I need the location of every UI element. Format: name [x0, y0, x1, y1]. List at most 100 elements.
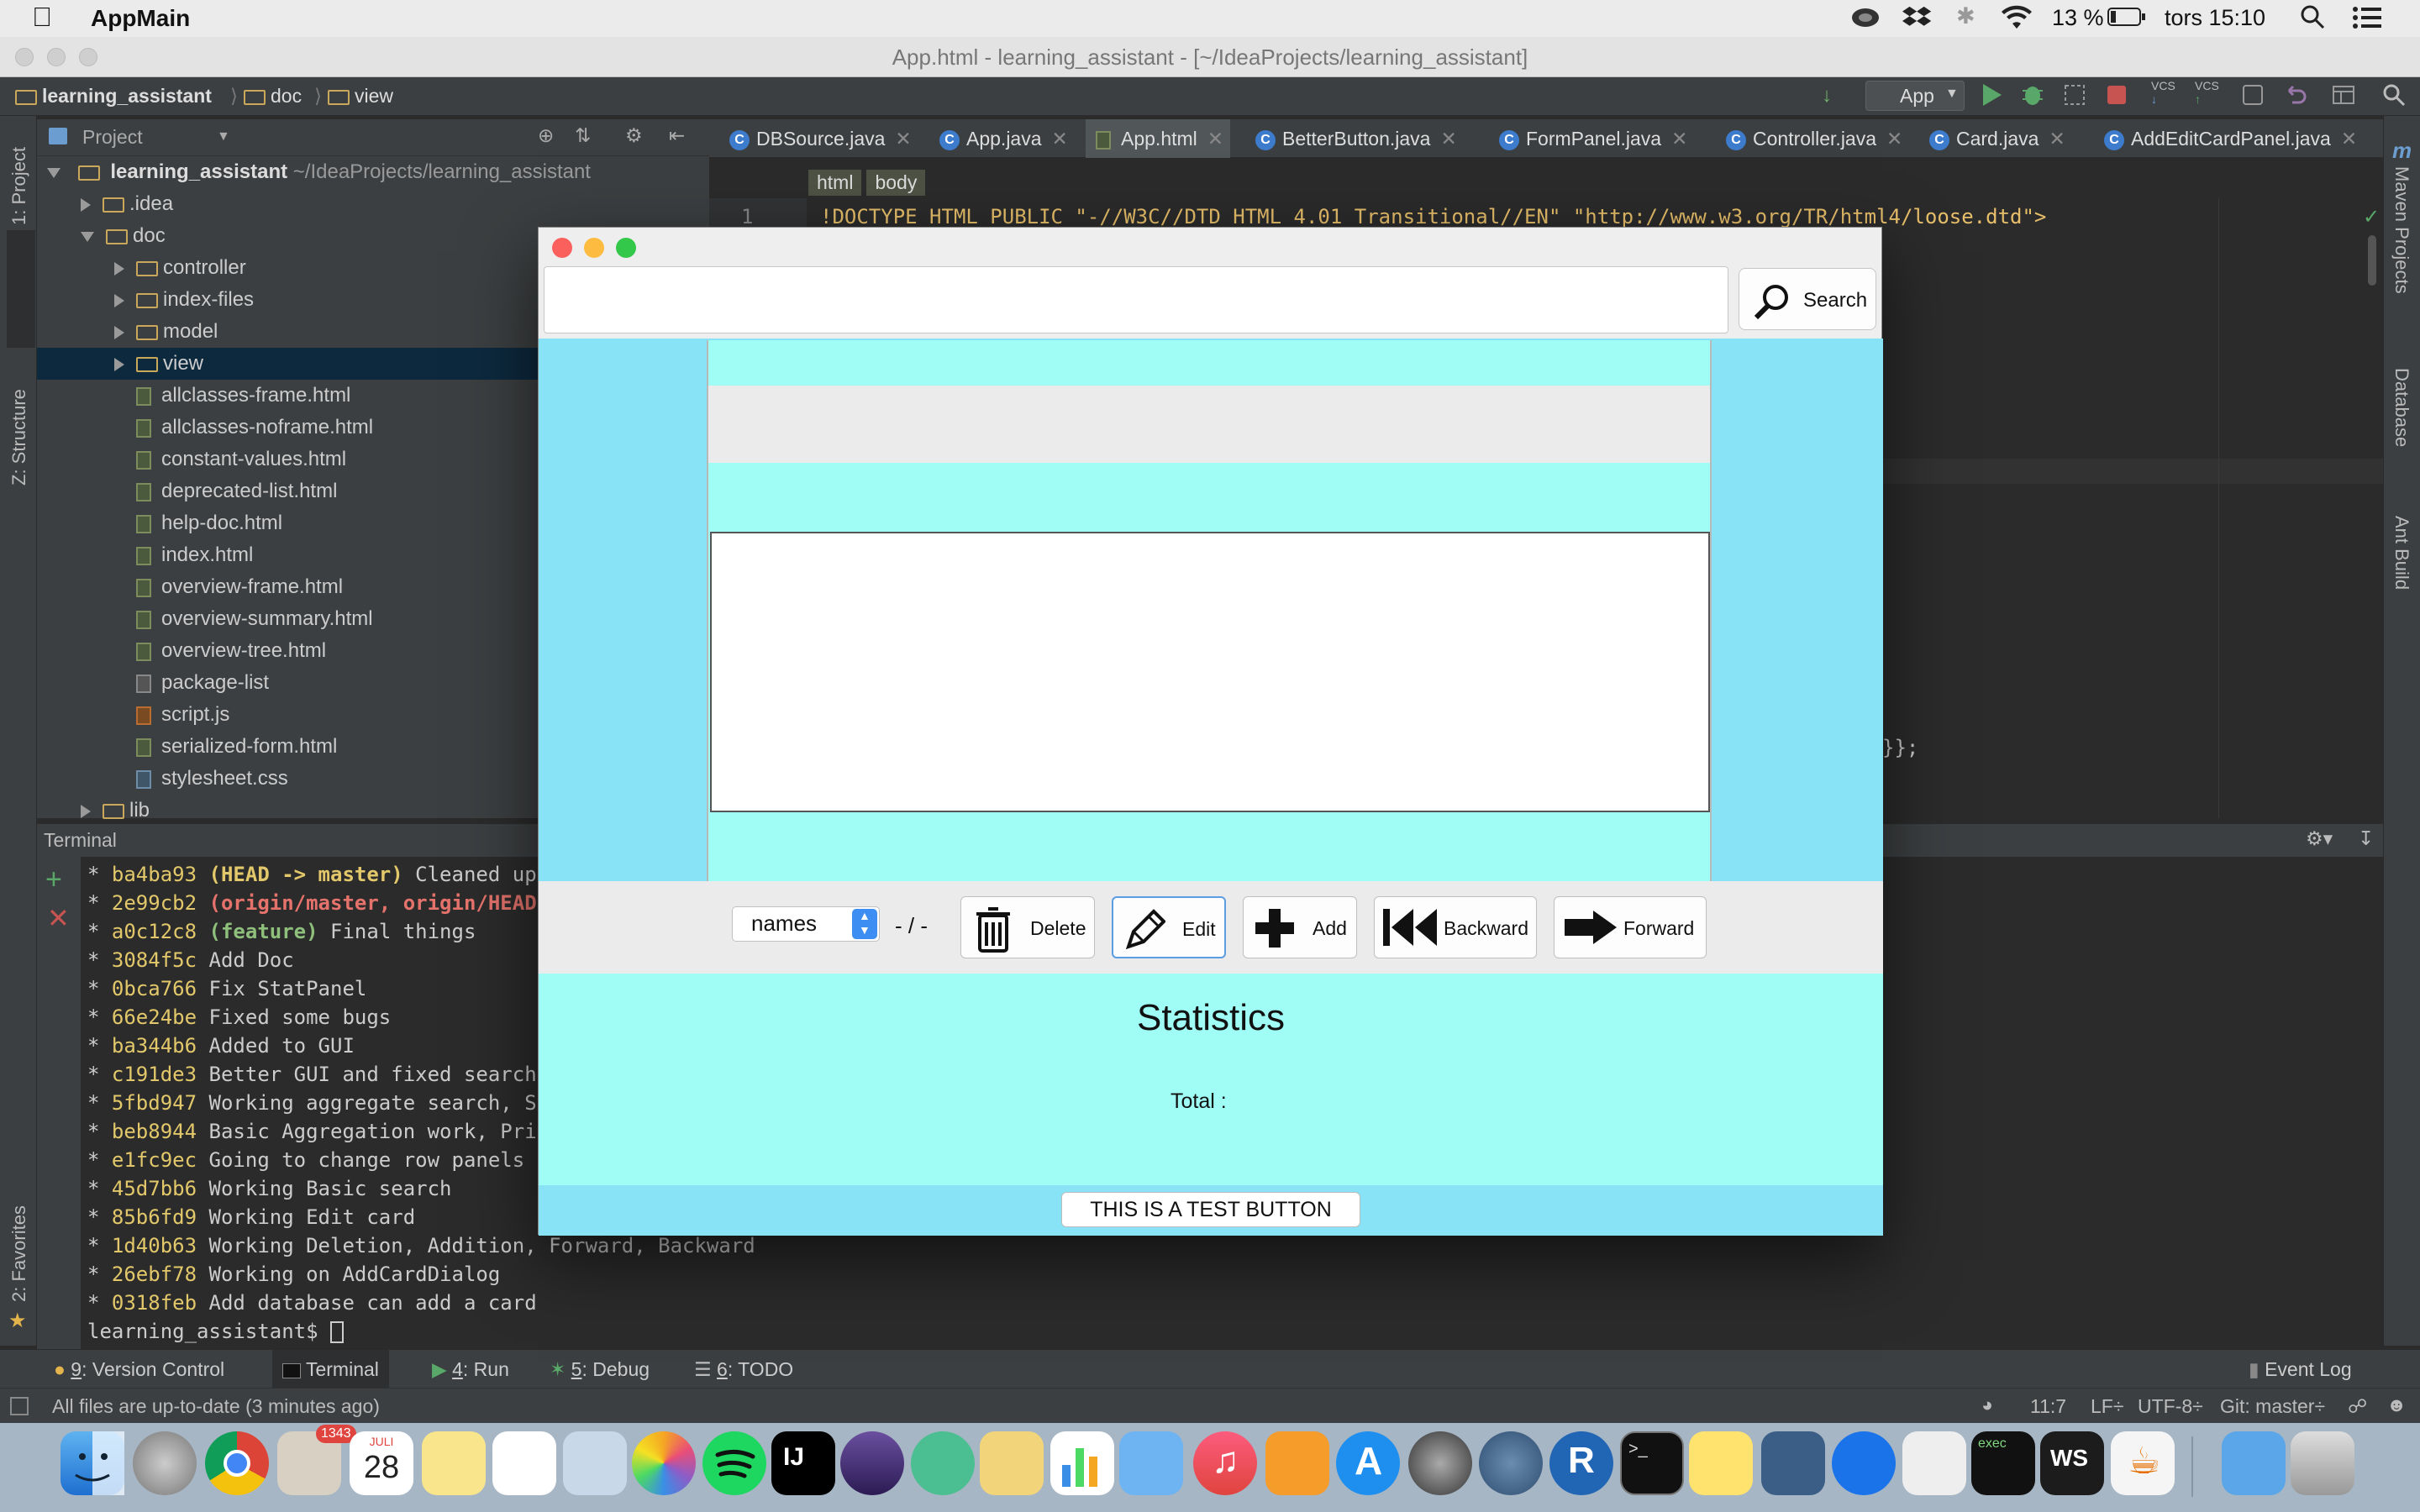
dialog-minimize-button[interactable]	[584, 238, 604, 258]
downloads-folder-icon[interactable]	[2222, 1431, 2286, 1495]
gear-icon[interactable]: ⚙	[625, 124, 643, 147]
lock-icon[interactable]: ☍	[2348, 1395, 2367, 1418]
notification-center-icon[interactable]	[2353, 7, 2381, 34]
file-encoding[interactable]: UTF-8÷	[2138, 1395, 2203, 1418]
tree-item[interactable]: stylesheet.css	[37, 763, 288, 795]
apple-menu-icon[interactable]: 	[32, 2, 52, 33]
tree-item[interactable]: script.js	[37, 699, 229, 731]
project-structure-icon[interactable]	[2331, 82, 2356, 113]
tree-item[interactable]: allclasses-noframe.html	[37, 412, 373, 444]
run-configuration-select[interactable]: App ▼	[1865, 81, 1965, 111]
java-icon[interactable]: ☕	[2111, 1431, 2175, 1495]
debug-icon[interactable]	[2020, 82, 2045, 113]
structure-tool-button[interactable]: Z: Structure	[8, 389, 30, 486]
card-content-area[interactable]	[710, 532, 1710, 812]
maven-projects-tool-button[interactable]: Maven Projects	[2391, 166, 2412, 294]
build-icon[interactable]: ↓	[1822, 84, 1832, 108]
editor-tab[interactable]: C FormPanel.java ✕	[1489, 119, 1694, 158]
new-session-icon[interactable]: +	[45, 864, 62, 896]
battery-icon[interactable]	[2107, 7, 2146, 33]
expand-arrow-icon[interactable]	[81, 197, 91, 212]
expand-arrow-icon[interactable]	[114, 293, 124, 307]
ant-build-tool-button[interactable]: Ant Build	[2391, 516, 2412, 590]
edit-button[interactable]: Edit	[1112, 896, 1226, 958]
expand-arrow-icon[interactable]	[47, 167, 60, 178]
notes-icon[interactable]	[422, 1431, 486, 1495]
books-icon[interactable]	[1265, 1431, 1329, 1495]
revert-icon[interactable]	[2282, 82, 2307, 113]
minimize-window-button[interactable]	[47, 48, 66, 66]
tree-item[interactable]: .idea	[37, 188, 173, 220]
forward-button[interactable]: Forward	[1554, 896, 1707, 958]
event-log-tab[interactable]: ▮ Event Log	[2249, 1358, 2352, 1381]
textedit-icon[interactable]	[1902, 1431, 1966, 1495]
atom-icon[interactable]	[911, 1431, 975, 1495]
chevron-down-icon[interactable]: ▼	[217, 129, 230, 144]
hide-panel-icon[interactable]: ⇤	[669, 124, 685, 147]
reminders-icon[interactable]	[492, 1431, 556, 1495]
tree-item[interactable]: help-doc.html	[37, 507, 282, 539]
backward-button[interactable]: Backward	[1374, 896, 1537, 958]
dialog-close-button[interactable]	[552, 238, 572, 258]
snail-icon[interactable]	[1850, 7, 1881, 34]
tree-item[interactable]: overview-frame.html	[37, 571, 343, 603]
webstorm-icon[interactable]: WS	[2040, 1431, 2104, 1495]
inspection-ok-icon[interactable]: ✓	[2363, 205, 2380, 229]
hide-panel-icon[interactable]: ↧	[2358, 827, 2374, 850]
tree-item[interactable]: constant-values.html	[37, 444, 346, 475]
stop-icon[interactable]	[2104, 82, 2129, 113]
tree-item[interactable]: package-list	[37, 667, 269, 699]
editor-tab[interactable]: App.html ✕	[1086, 119, 1231, 158]
app-menu[interactable]: AppMain	[91, 5, 190, 32]
screen-sharing-icon[interactable]	[1761, 1431, 1825, 1495]
collapse-all-icon[interactable]: ⇅	[575, 124, 591, 147]
toggle-tool-windows-icon[interactable]	[10, 1397, 29, 1415]
breadcrumb-doc[interactable]: doc	[244, 85, 302, 108]
finder-icon[interactable]	[60, 1431, 124, 1495]
close-tab-icon[interactable]: ✕	[1440, 128, 1456, 150]
calendar-icon[interactable]: JULI 28	[350, 1431, 413, 1495]
battery-percent[interactable]: 13 %	[2052, 5, 2104, 31]
close-tab-icon[interactable]: ✕	[1886, 128, 1902, 150]
tree-item[interactable]: overview-summary.html	[37, 603, 373, 635]
locate-icon[interactable]: ⊕	[538, 124, 554, 147]
tag-body[interactable]: body	[866, 170, 926, 196]
version-control-tab[interactable]: ● 9: Version Control	[54, 1358, 224, 1381]
editor-tab[interactable]: C Card.java ✕	[1919, 119, 2072, 158]
r-icon[interactable]: R	[1549, 1431, 1613, 1495]
exec-icon[interactable]: exec	[1971, 1431, 2035, 1495]
tree-item[interactable]: index-files	[37, 284, 254, 316]
editor-tab[interactable]: C BetterButton.java ✕	[1245, 119, 1464, 158]
terminal-app-icon[interactable]: >_	[1620, 1431, 1684, 1495]
power-save-icon[interactable]: ◕	[1981, 1394, 1993, 1416]
vcs-commit-icon[interactable]: VCS ↑	[2195, 79, 2219, 106]
expand-arrow-icon[interactable]	[81, 231, 94, 242]
tree-item[interactable]: serialized-form.html	[37, 731, 337, 763]
todo-tab[interactable]: ☰ 6: TODO	[694, 1358, 793, 1381]
tree-item[interactable]: index.html	[37, 539, 253, 571]
vcs-history-icon[interactable]	[2240, 82, 2265, 113]
delete-button[interactable]: Delete	[960, 896, 1095, 958]
gear-icon[interactable]: ⚙▾	[2306, 827, 2333, 850]
expand-arrow-icon[interactable]	[114, 357, 124, 371]
close-window-button[interactable]	[15, 48, 34, 66]
system-preferences-icon[interactable]	[1408, 1431, 1472, 1495]
close-tab-icon[interactable]: ✕	[2341, 128, 2357, 150]
database-tool-button[interactable]: Database	[2391, 368, 2412, 447]
git-branch[interactable]: Git: master÷	[2220, 1395, 2325, 1418]
tree-item[interactable]: doc	[37, 220, 166, 252]
editor-tab[interactable]: C AddEditCardPanel.java ✕	[2094, 119, 2364, 158]
debug-tab[interactable]: ✶ 5: Debug	[550, 1358, 650, 1381]
close-session-icon[interactable]: ✕	[47, 902, 70, 934]
editor-tab[interactable]: C Controller.java ✕	[1716, 119, 1909, 158]
close-tab-icon[interactable]: ✕	[1671, 128, 1687, 150]
expand-arrow-icon[interactable]	[114, 261, 124, 276]
clock[interactable]: tors 15:10	[2165, 5, 2265, 31]
spotlight-search-icon[interactable]	[2299, 3, 2326, 36]
coverage-icon[interactable]	[2062, 82, 2087, 113]
sort-select[interactable]: names ▲ ▼	[732, 906, 880, 942]
photos-icon[interactable]	[632, 1431, 696, 1495]
vcs-update-icon[interactable]: VCS ↓	[2151, 79, 2175, 106]
close-tab-icon[interactable]: ✕	[2049, 128, 2065, 150]
dropbox-icon[interactable]	[1902, 5, 1933, 36]
